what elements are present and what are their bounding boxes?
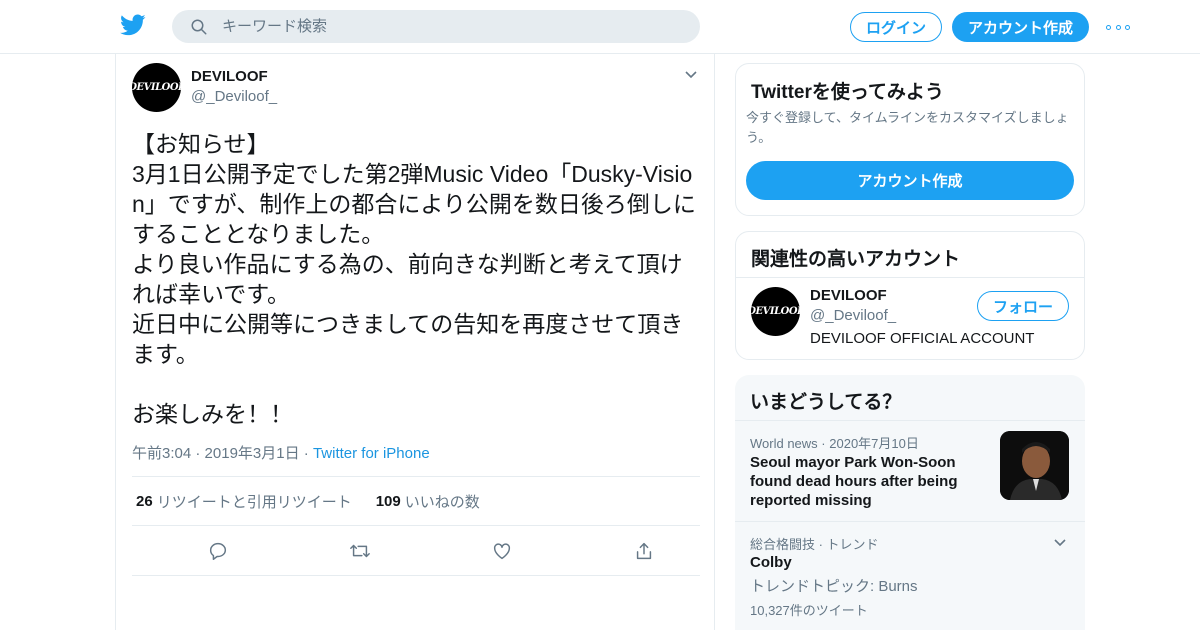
news-category: World news [750,436,818,451]
tweet-stats: 26 リツイートと引用リツイート 109 いいねの数 [132,476,700,526]
news-meta: World news · 2020年7月10日 [750,436,919,451]
related-account-bio: DEVILOOF OFFICIAL ACCOUNT [810,330,1035,347]
caret-down-icon[interactable] [1053,536,1067,550]
retweet-icon[interactable] [349,540,371,562]
trend-tweet-count: 10,327件のツイート [750,603,868,618]
news-date: 2020年7月10日 [829,436,919,451]
avatar[interactable]: DEVILOOF [132,63,181,112]
like-icon[interactable] [491,540,513,562]
tweet-actions [132,526,700,576]
like-count[interactable]: 109 [376,493,401,510]
avatar-logo-text: DEVILOOF [132,82,181,93]
author-name[interactable]: DEVILOOF [191,68,268,85]
caret-down-icon[interactable] [684,68,698,82]
related-account-handle[interactable]: @_Deviloof_ [810,307,896,324]
trend-name[interactable]: Colby [750,554,792,571]
news-thumbnail[interactable] [1000,431,1069,500]
news-photo-image [1000,431,1069,500]
related-account-avatar[interactable]: DEVILOOF [751,287,800,336]
author-handle[interactable]: @_Deviloof_ [191,88,277,105]
tweet-timestamp: 午前3:04 · 2019年3月1日 · Twitter for iPhone [132,445,430,462]
trend-item[interactable]: 総合格闘技 · トレンド Colby トレンドトピック: Burns 10,32… [735,521,1085,630]
search-input[interactable] [222,10,682,43]
signup-card-description: 今すぐ登録して、タイムラインをカスタマイズしましょう。 [746,110,1069,145]
twitter-bird-icon[interactable] [120,12,146,38]
retweet-count[interactable]: 26 [136,493,153,510]
share-icon[interactable] [633,540,655,562]
like-label[interactable]: いいねの数 [405,491,480,512]
top-navigation: ログイン アカウント作成 [0,0,1200,54]
tweet-time[interactable]: 午前3:04 [132,445,191,462]
tweet-source-link[interactable]: Twitter for iPhone [313,445,430,462]
related-card-title: 関連性の高いアカウント [751,249,961,270]
news-headline[interactable]: Seoul mayor Park Won-Soon found dead hou… [750,453,995,510]
more-icon[interactable] [1106,20,1130,34]
signup-card: Twitterを使ってみよう 今すぐ登録して、タイムラインをカスタマイズしましょ… [735,63,1085,216]
login-button[interactable]: ログイン [850,12,942,42]
tweet-date[interactable]: 2019年3月1日 [205,445,300,462]
search-icon [191,19,207,35]
signup-button[interactable]: アカウント作成 [952,12,1089,42]
signup-card-button[interactable]: アカウント作成 [746,161,1074,200]
trends-card: いまどうしてる？ World news · 2020年7月10日 Seoul m… [735,375,1085,630]
signup-card-title: Twitterを使ってみよう [751,82,944,103]
related-accounts-card: 関連性の高いアカウント DEVILOOF DEVILOOF @_Deviloof… [735,231,1085,360]
follow-button[interactable]: フォロー [977,291,1069,321]
trend-topic: トレンドトピック: Burns [750,578,918,595]
related-account-name[interactable]: DEVILOOF [810,287,887,304]
divider [736,277,1084,278]
news-item[interactable]: World news · 2020年7月10日 Seoul mayor Park… [735,420,1085,521]
tweet-text: 【お知らせ】 3月1日公開予定でした第2弾Music Video「Dusky-V… [132,131,696,427]
search-bar [172,10,700,43]
trend-context: 総合格闘技 · トレンド [750,537,879,552]
tweet-detail: DEVILOOF DEVILOOF @_Deviloof_ 【お知らせ】 3月1… [115,54,715,630]
retweet-label[interactable]: リツイートと引用リツイート [157,491,352,512]
related-avatar-logo-text: DEVILOOF [751,306,800,317]
reply-icon[interactable] [207,540,229,562]
trends-card-title: いまどうしてる？ [750,392,902,413]
